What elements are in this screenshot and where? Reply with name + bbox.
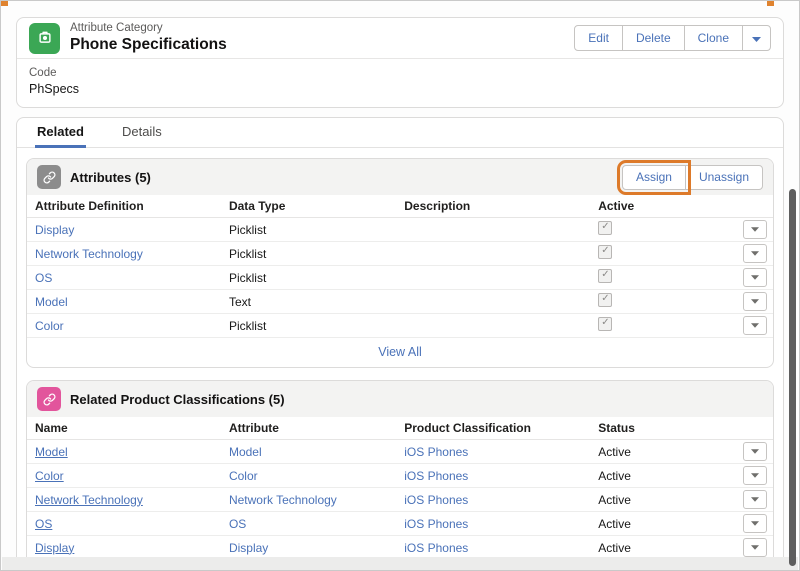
attribute-definition-link[interactable]: Display <box>35 223 74 237</box>
active-checkbox <box>598 317 613 331</box>
assign-button[interactable]: Assign <box>616 159 691 195</box>
table-row: Network Technology Network Technology iO… <box>27 487 773 512</box>
data-type-value: Picklist <box>228 246 267 261</box>
code-field-value: PhSpecs <box>29 82 80 97</box>
annotation-corner-mark <box>767 1 774 6</box>
row-actions-menu-button[interactable] <box>743 268 767 287</box>
column-header: Attribute Definition <box>27 195 221 218</box>
column-header: Data Type <box>220 195 397 218</box>
classifications-related-list: Related Product Classifications (5) Name… <box>26 380 774 570</box>
classification-name-link[interactable]: Model <box>35 445 68 459</box>
row-actions-menu-button[interactable] <box>743 220 767 239</box>
table-row: Display Display iOS Phones Active <box>27 535 773 560</box>
attributes-related-list: Attributes (5) Assign Unassign Attribute… <box>26 158 774 368</box>
active-checkbox <box>598 269 613 283</box>
row-actions-menu-button[interactable] <box>743 466 767 485</box>
code-field-label: Code <box>29 67 57 79</box>
delete-button[interactable]: Delete <box>621 25 685 51</box>
data-type-value: Text <box>228 294 251 309</box>
row-actions-menu-button[interactable] <box>743 316 767 335</box>
status-value: Active <box>598 468 631 483</box>
more-actions-button[interactable] <box>742 25 771 51</box>
attribute-link[interactable]: OS <box>229 517 246 531</box>
product-classification-link[interactable]: iOS Phones <box>404 469 468 483</box>
column-header: Active <box>590 195 721 218</box>
clone-button[interactable]: Clone <box>683 25 743 51</box>
attributes-table: Attribute Definition Data Type Descripti… <box>27 195 773 338</box>
classification-name-link[interactable]: Display <box>35 541 74 555</box>
product-classification-link[interactable]: iOS Phones <box>404 493 468 507</box>
column-header: Product Classification <box>396 417 591 440</box>
attribute-link[interactable]: Color <box>229 469 258 483</box>
attribute-definition-link[interactable]: OS <box>35 271 52 285</box>
row-actions-menu-button[interactable] <box>743 514 767 533</box>
column-header: Attribute <box>220 417 397 440</box>
tab-strip: Related Details <box>17 118 783 148</box>
table-row: Model Model iOS Phones Active <box>27 439 773 464</box>
classifications-table: Name Attribute Product Classification St… <box>27 417 773 560</box>
table-row: Model Text <box>27 289 773 314</box>
record-actions: Edit Delete Clone <box>574 25 771 51</box>
attribute-category-icon <box>29 22 60 54</box>
tab-related[interactable]: Related <box>35 118 86 148</box>
link-icon <box>37 387 61 411</box>
active-checkbox <box>598 221 613 235</box>
attribute-link[interactable]: Network Technology <box>229 493 337 507</box>
status-value: Active <box>598 492 631 507</box>
row-actions-menu-button[interactable] <box>743 490 767 509</box>
column-header-actions <box>720 417 773 440</box>
attribute-definition-link[interactable]: Model <box>35 295 68 309</box>
row-actions-menu-button[interactable] <box>743 292 767 311</box>
edit-button[interactable]: Edit <box>574 25 623 51</box>
unassign-button[interactable]: Unassign <box>684 164 763 190</box>
related-list-title: Related Product Classifications (5) <box>70 391 285 407</box>
product-classification-link[interactable]: iOS Phones <box>404 517 468 531</box>
active-checkbox <box>598 245 613 259</box>
window-background <box>2 557 798 570</box>
data-type-value: Picklist <box>228 270 267 285</box>
table-row: Color Color iOS Phones Active <box>27 463 773 488</box>
data-type-value: Picklist <box>228 318 267 333</box>
classification-name-link[interactable]: Network Technology <box>35 493 143 507</box>
status-value: Active <box>598 516 631 531</box>
entity-label: Attribute Category <box>70 21 163 34</box>
data-type-value: Picklist <box>228 222 267 237</box>
classification-name-link[interactable]: Color <box>35 469 64 483</box>
chevron-down-icon <box>752 31 761 45</box>
active-checkbox <box>598 293 613 307</box>
annotation-corner-mark <box>1 1 8 6</box>
row-actions-menu-button[interactable] <box>743 538 767 557</box>
attribute-definition-link[interactable]: Network Technology <box>35 247 143 261</box>
record-page: Attribute Category Phone Specifications … <box>1 1 799 570</box>
column-header-actions <box>720 195 773 218</box>
related-list-title: Attributes (5) <box>70 169 151 185</box>
attribute-link[interactable]: Display <box>229 541 268 555</box>
record-header-card: Attribute Category Phone Specifications … <box>16 17 784 108</box>
link-icon <box>37 165 61 189</box>
table-row: Network Technology Picklist <box>27 241 773 266</box>
view-all-link[interactable]: View All <box>378 345 422 359</box>
table-row: Display Picklist <box>27 217 773 242</box>
table-row: OS Picklist <box>27 265 773 290</box>
row-actions-menu-button[interactable] <box>743 244 767 263</box>
column-header: Description <box>396 195 591 218</box>
attribute-definition-link[interactable]: Color <box>35 319 64 333</box>
record-detail-card: Related Details Attributes (5) Assign Un… <box>16 117 784 570</box>
classification-name-link[interactable]: OS <box>35 517 52 531</box>
row-actions-menu-button[interactable] <box>743 442 767 461</box>
vertical-scrollbar[interactable] <box>789 189 796 566</box>
page-title: Phone Specifications <box>70 36 227 54</box>
app-window: Attribute Category Phone Specifications … <box>0 0 800 571</box>
table-row: OS OS iOS Phones Active <box>27 511 773 536</box>
status-value: Active <box>598 540 631 555</box>
product-classification-link[interactable]: iOS Phones <box>404 445 468 459</box>
product-classification-link[interactable]: iOS Phones <box>404 541 468 555</box>
attribute-link[interactable]: Model <box>229 445 262 459</box>
table-row: Color Picklist <box>27 313 773 338</box>
tab-details[interactable]: Details <box>120 118 164 148</box>
status-value: Active <box>598 444 631 459</box>
column-header: Status <box>590 417 721 440</box>
column-header: Name <box>27 417 221 440</box>
